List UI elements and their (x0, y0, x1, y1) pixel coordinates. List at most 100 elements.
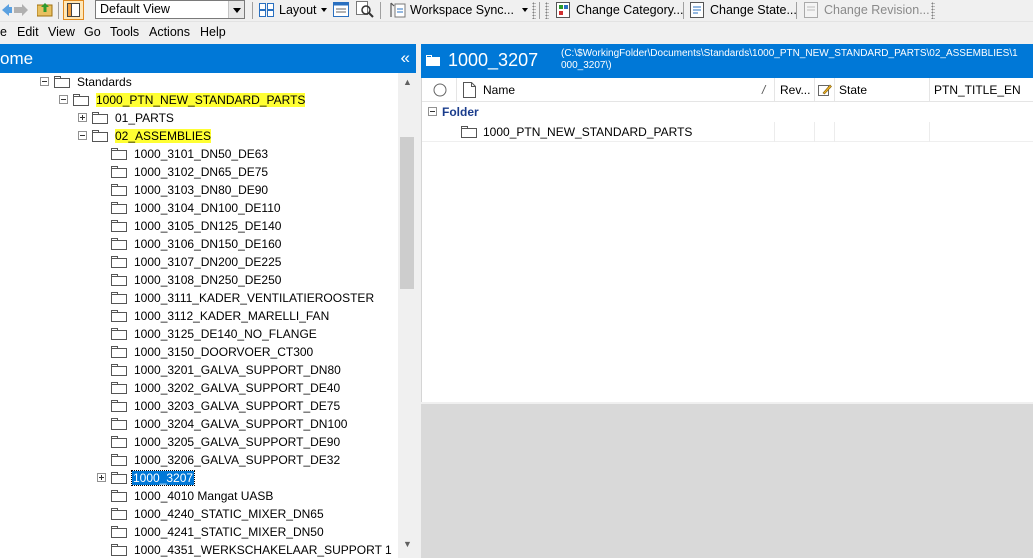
tree-item[interactable]: 1000_3150_DOORVOER_CT300 (0, 343, 398, 361)
collapse-pane-icon[interactable]: « (401, 48, 410, 68)
folder-icon (111, 526, 127, 538)
tree-item-label: 1000_3203_GALVA_SUPPORT_DE75 (134, 399, 341, 413)
document-column-icon[interactable] (463, 82, 476, 98)
menu-go[interactable]: Go (84, 25, 101, 39)
menu-view[interactable]: View (48, 25, 75, 39)
folder-icon (111, 274, 127, 286)
collapse-toggle-icon[interactable] (59, 95, 68, 104)
collapse-toggle-icon[interactable] (40, 77, 49, 86)
chevron-down-icon (320, 8, 327, 12)
tree-item[interactable]: 1000_3108_DN250_DE250 (0, 271, 398, 289)
tree-item[interactable]: 1000_3112_KADER_MARELLI_FAN (0, 307, 398, 325)
column-separator (834, 78, 835, 102)
folder-icon (111, 292, 127, 304)
tree-item[interactable]: 1000_3107_DN200_DE225 (0, 253, 398, 271)
tree-item-selected[interactable]: 1000_3207 (0, 469, 398, 487)
scroll-up-icon[interactable]: ▲ (403, 77, 412, 87)
back-arrow-icon[interactable] (2, 3, 12, 17)
change-category-label: Change Category... (576, 3, 684, 17)
tree-item[interactable]: 1000_4010 Mangat UASB (0, 487, 398, 505)
tree-scrollbar[interactable]: ▲ ▼ (398, 73, 416, 558)
menu-help[interactable]: Help (200, 25, 226, 39)
change-category-button[interactable]: Change Category... (556, 0, 683, 20)
change-state-icon (690, 2, 704, 18)
pane-layout-icon (67, 3, 80, 17)
tree-item[interactable]: 1000_4351_WERKSCHAKELAAR_SUPPORT 1 (0, 541, 398, 558)
tree-item[interactable]: 1000_PTN_NEW_STANDARD_PARTS (0, 91, 398, 109)
collapse-toggle-icon[interactable] (78, 131, 87, 140)
row-name: 1000_PTN_NEW_STANDARD_PARTS (483, 125, 693, 139)
tree-item[interactable]: 1000_3202_GALVA_SUPPORT_DE40 (0, 379, 398, 397)
edit-state-icon[interactable] (818, 83, 832, 97)
tree-item[interactable]: 1000_3102_DN65_DE75 (0, 163, 398, 181)
folder-icon (54, 76, 70, 88)
tree-item-label: 1000_3207 (130, 470, 196, 486)
tree-item[interactable]: Standards (0, 73, 398, 91)
group-title: Folder (442, 105, 479, 119)
chevron-down-icon (521, 8, 528, 12)
menu-actions[interactable]: Actions (149, 25, 190, 39)
up-folder-icon[interactable] (37, 2, 53, 17)
change-revision-icon (804, 2, 818, 18)
expand-toggle-icon[interactable] (97, 473, 106, 482)
tree-item-label: 1000_4351_WERKSCHAKELAAR_SUPPORT 1 (134, 543, 392, 557)
layout-button[interactable]: Layout (259, 0, 327, 20)
tree-item-label: 1000_3101_DN50_DE63 (134, 147, 269, 161)
tree-item[interactable]: 1000_3201_GALVA_SUPPORT_DN80 (0, 361, 398, 379)
view-select[interactable]: Default View (95, 0, 245, 19)
column-state[interactable]: State (839, 83, 867, 97)
folder-icon (111, 544, 127, 556)
toolbar-grip-icon[interactable] (544, 0, 550, 21)
status-column-icon[interactable] (433, 83, 447, 97)
collapse-toggle-icon[interactable] (428, 107, 437, 116)
layout-label: Layout (279, 3, 317, 17)
table-row[interactable]: 1000_PTN_NEW_STANDARD_PARTS (422, 122, 1033, 142)
tree-item[interactable]: 1000_3203_GALVA_SUPPORT_DE75 (0, 397, 398, 415)
column-separator (774, 78, 775, 102)
column-name[interactable]: Name (483, 83, 515, 97)
tree-item[interactable]: 1000_3103_DN80_DE90 (0, 181, 398, 199)
folder-icon (111, 238, 127, 250)
folder-icon (111, 220, 127, 232)
tree-item[interactable]: 1000_3125_DE140_NO_FLANGE (0, 325, 398, 343)
tree-item[interactable]: 1000_3205_GALVA_SUPPORT_DE90 (0, 433, 398, 451)
menu-edit[interactable]: Edit (17, 25, 39, 39)
column-ptn-title-en[interactable]: PTN_TITLE_EN (934, 83, 1021, 97)
workspace-sync-button[interactable]: Workspace Sync... (388, 0, 528, 20)
tree-item[interactable]: 1000_4241_STATIC_MIXER_DN50 (0, 523, 398, 541)
chevron-down-icon[interactable] (228, 1, 244, 18)
forward-arrow-icon[interactable] (14, 3, 28, 17)
toolbar-grip-icon[interactable] (531, 0, 537, 21)
tree-item[interactable]: 1000_3111_KADER_VENTILATIEROOSTER (0, 289, 398, 307)
folder-icon (111, 346, 127, 358)
tree-item[interactable]: 1000_3206_GALVA_SUPPORT_DE32 (0, 451, 398, 469)
toolbar-grip-icon[interactable] (930, 0, 936, 21)
expand-toggle-icon[interactable] (78, 113, 87, 122)
menu-file[interactable]: e (0, 25, 7, 39)
tree-item[interactable]: 1000_3105_DN125_DE140 (0, 217, 398, 235)
toggle-pane-button[interactable] (63, 0, 84, 20)
toolbar-separator (539, 2, 540, 19)
group-header[interactable]: Folder (422, 102, 1033, 122)
tree-item-label: 1000_3105_DN125_DE140 (134, 219, 282, 233)
tree-item[interactable]: 01_PARTS (0, 109, 398, 127)
cell-separator (834, 122, 835, 142)
tree-item[interactable]: 1000_3104_DN100_DE110 (0, 199, 398, 217)
find-icon[interactable] (356, 1, 374, 18)
folder-icon (111, 436, 127, 448)
tree-item[interactable]: 1000_4240_STATIC_MIXER_DN65 (0, 505, 398, 523)
scroll-down-icon[interactable]: ▼ (403, 539, 412, 549)
change-state-button[interactable]: Change State... (690, 0, 797, 20)
tree-item[interactable]: 1000_3204_GALVA_SUPPORT_DN100 (0, 415, 398, 433)
tree-item[interactable]: 1000_3106_DN150_DE160 (0, 235, 398, 253)
scrollbar-thumb[interactable] (400, 137, 414, 289)
folder-icon (111, 400, 127, 412)
menu-tools[interactable]: Tools (110, 25, 139, 39)
tree-item-label: 1000_3102_DN65_DE75 (134, 165, 269, 179)
tree-item[interactable]: 02_ASSEMBLIES (0, 127, 398, 145)
column-revision[interactable]: Rev... (780, 83, 810, 97)
folder-icon (111, 454, 127, 466)
change-revision-button[interactable]: Change Revision... (804, 0, 930, 20)
tree-item[interactable]: 1000_3101_DN50_DE63 (0, 145, 398, 163)
list-view-icon[interactable] (333, 2, 349, 17)
